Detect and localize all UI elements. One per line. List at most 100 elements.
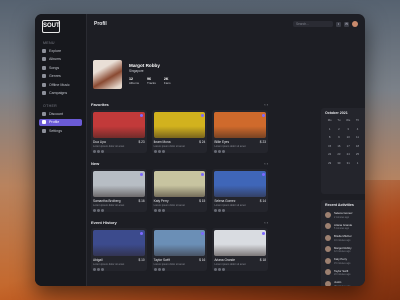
calendar-day[interactable]: 2 [362,161,365,165]
artist-card[interactable]: Billie Eyes $ 23 Lorem ipsum dolor sit ame… [212,110,269,153]
sidebar-item-explore[interactable]: Explore [39,47,82,55]
artist-price: $ 24 [199,140,206,144]
activity-item[interactable]: Selena Gomez2 minutes ago→ [325,211,365,219]
search-input[interactable]: Search... [293,21,333,27]
heart-icon[interactable] [140,113,144,117]
activity-meta: 12 minutes ago [334,250,351,253]
artist-card[interactable]: Ikram Mona $ 24 Lorem ipsum dolor sit amet [151,110,208,153]
sidebar-item-offline-music[interactable]: Offline Music [39,81,82,89]
other-section-label: OTHER [43,104,58,108]
artist-card[interactable]: Katy Perry $ 15 Lorem ipsum dolor sit amet [151,169,208,212]
calendar-day[interactable]: 16 [334,144,343,148]
sidebar-item-settings[interactable]: Settings [39,127,82,135]
section-nav-arrows[interactable]: ‹ › [264,220,268,225]
card-row: Abigail $ 10 Lorem ipsum dolor sit amet Tay… [91,228,269,271]
listener-avatar [222,268,226,271]
listener-avatar [161,209,165,212]
artist-card[interactable]: Samantha Brolberg $ 16 Lorem ipsum dolor s… [91,169,147,212]
listener-avatar [93,268,96,271]
calendar-day[interactable]: 29 [325,161,334,165]
profile-name: Margot Robby [129,62,160,68]
sidebar: SOUT MENU Explore Albums Songs Genres Of… [35,14,87,286]
activity-item[interactable]: Katy Perry15 minutes ago→ [325,257,365,265]
sidebar-item-albums[interactable]: Albums [39,56,82,64]
listener-avatar [214,209,218,212]
activity-item[interactable]: Justin25 minutes ago→ [325,280,365,286]
calendar-day[interactable]: 8 [325,135,334,139]
calendar-day[interactable]: 25 [353,152,362,156]
calendar-day[interactable]: 12 [362,135,365,139]
activity-item[interactable]: Brielle Mitchel10 minutes ago→ [325,234,365,242]
sidebar-item-genres[interactable]: Genres [39,73,82,81]
heart-icon[interactable] [200,172,204,176]
activity-meta: 20 minutes ago [334,273,351,276]
listener-avatar [101,268,104,271]
weekday-label: Mo [327,118,332,122]
calendar-day[interactable]: 22 [325,152,334,156]
section-nav-arrows[interactable]: ‹ › [264,102,268,107]
calendar-day[interactable]: 18 [353,144,362,148]
artist-card[interactable]: Selena Gomez $ 14 Lorem ipsum dolor sit am… [212,169,269,212]
activity-item[interactable]: Taylor Swift20 minutes ago→ [325,269,365,276]
calendar-day[interactable]: 2 [334,127,343,131]
activity-item[interactable]: Margot Robby12 minutes ago→ [325,246,365,253]
artist-thumbnail [214,171,267,197]
calendar-day[interactable]: 31 [344,161,353,165]
calendar-day[interactable]: 3 [344,127,353,131]
mail-icon[interactable]: ✉ [344,21,349,27]
calendar-day[interactable]: 26 [362,152,365,156]
user-avatar[interactable] [352,21,358,27]
section-nav-arrows[interactable]: ‹ › [264,161,268,166]
artist-card[interactable]: Ariana Grande $ 18 Lorem ipsum dolor sit a… [212,228,269,271]
sidebar-item-songs[interactable]: Songs [39,64,82,72]
calendar-day[interactable]: 1 [353,161,362,165]
calendar-month: October 2021 [325,111,348,115]
heart-icon[interactable] [140,231,144,235]
activity-item[interactable]: Ariana Grande5 minutes ago→ [325,223,365,230]
calendar-day[interactable]: 15 [325,144,334,148]
calendar-day[interactable]: 24 [344,152,353,156]
sidebar-item-campaigns[interactable]: Campaigns [39,90,82,98]
calendar-day[interactable]: 1 [325,127,334,131]
sidebar-item-profile[interactable]: Profile [39,118,82,126]
heart-icon[interactable] [140,172,144,176]
heart-icon[interactable] [261,231,265,235]
artist-name: Ikram Mona [153,140,171,144]
activity-meta: 15 minutes ago [334,261,351,265]
heart-icon[interactable] [261,172,265,176]
heart-icon[interactable] [200,113,204,117]
album-icon [42,57,46,62]
calendar-day[interactable]: 5 [362,127,365,131]
calendar-day[interactable]: 10 [344,135,353,139]
listener-avatar [153,268,157,271]
calendar-day[interactable]: 30 [334,161,343,165]
heart-icon[interactable] [200,231,204,235]
artist-card[interactable]: Dua Lipa $ 23 Lorem ipsum dolor sit amet [91,110,147,153]
section-header: Favorites ‹ › [91,100,268,109]
sidebar-item-label: Explore [49,48,62,53]
calendar-day[interactable]: 19 [362,144,365,148]
listener-avatar [222,150,226,153]
artist-card[interactable]: Taylor Swift $ 16 Lorem ipsum dolor sit am… [151,228,208,271]
sidebar-item-label: Songs [49,65,60,70]
calendar-day[interactable]: 4 [353,127,362,131]
recent-activities: Recent Activities Selena Gomez 2 minutes … [321,200,365,286]
activity-meta: 25 minutes ago [334,284,351,287]
stat-albums: 12 Albums [129,77,140,86]
calendar-day[interactable]: 11 [353,135,362,139]
avatar [325,257,331,264]
artist-name: Selena Gomez [214,199,236,203]
heart-icon[interactable] [261,113,265,117]
music-note-icon [42,65,46,70]
calendar-day[interactable]: 17 [344,144,353,148]
artist-name: Katy Perry [153,199,169,203]
calendar-day[interactable]: 23 [334,152,343,156]
sidebar-item-discount[interactable]: Discount [39,110,82,118]
artist-card[interactable]: Abigail $ 10 Lorem ipsum dolor sit amet [91,228,147,271]
tag-icon [42,111,46,116]
bell-icon[interactable]: • [336,21,341,27]
section-title: New [91,161,100,166]
avatar [325,246,331,253]
calendar-day[interactable]: 9 [334,135,343,139]
avatar [325,234,331,241]
